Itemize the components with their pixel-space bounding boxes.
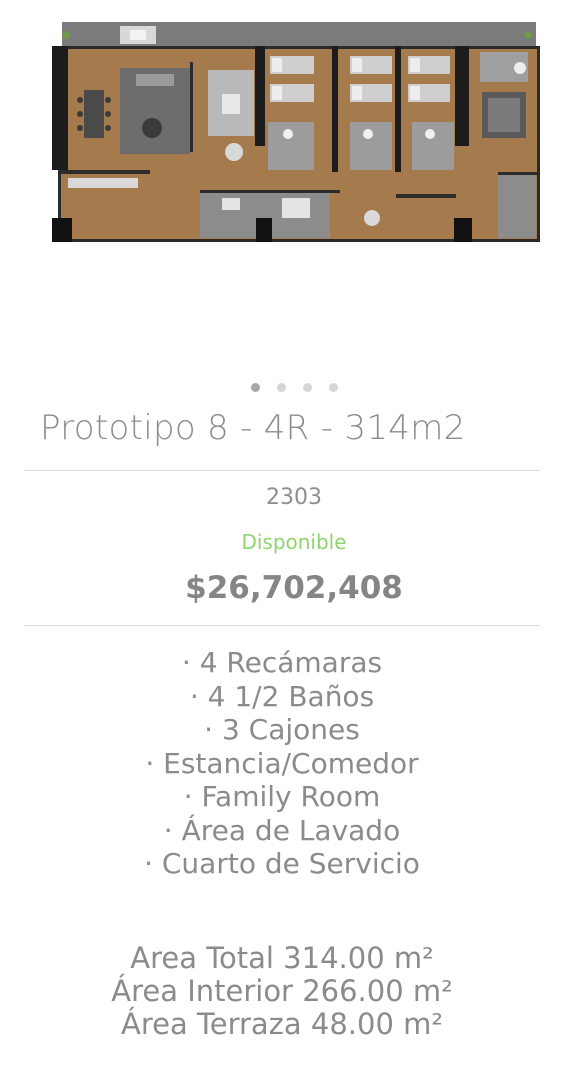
bathroom-1: [268, 122, 314, 170]
carousel-indicator: [0, 383, 588, 392]
feature-item: · 4 1/2 Baños: [189, 679, 375, 713]
feature-item: · 4 Recámaras: [181, 646, 383, 679]
carousel-dot-2[interactable]: [276, 383, 286, 392]
feature-item: · Estancia/Comedor: [145, 746, 419, 780]
area-interior: Área Interior 266.00 m²: [111, 974, 453, 1008]
bathroom-3: [412, 122, 454, 170]
carousel-dot-1[interactable]: [250, 383, 260, 392]
area-summary: Area Total 314.00 m² Área Interior 266.0…: [0, 942, 564, 1041]
feature-item: · Family Room: [183, 780, 381, 813]
price: $26,702,408: [185, 570, 403, 606]
laundry-area: [498, 172, 536, 238]
feature-item: · 3 Cajones: [204, 713, 360, 746]
feature-item: · Área de Lavado: [163, 813, 401, 847]
carousel-dot-4[interactable]: [328, 383, 338, 392]
dining-area: [84, 90, 104, 138]
features-list: · 4 Recámaras · 4 1/2 Baños · 3 Cajones …: [0, 646, 564, 881]
divider-bottom: [24, 625, 540, 626]
availability-status: Disponible: [241, 530, 347, 554]
area-terrace: Área Terraza 48.00 m²: [120, 1007, 444, 1041]
carousel-dot-3[interactable]: [302, 383, 312, 392]
feature-item: · Cuarto de Servicio: [144, 847, 420, 880]
unit-number: 2303: [266, 485, 322, 510]
divider-top: [24, 470, 540, 471]
floor-plan-image[interactable]: [50, 22, 540, 244]
area-total: Area Total 314.00 m²: [130, 941, 434, 975]
prototype-title: Prototipo 8 - 4R - 314m2: [40, 408, 466, 448]
bathroom-2: [350, 122, 392, 170]
